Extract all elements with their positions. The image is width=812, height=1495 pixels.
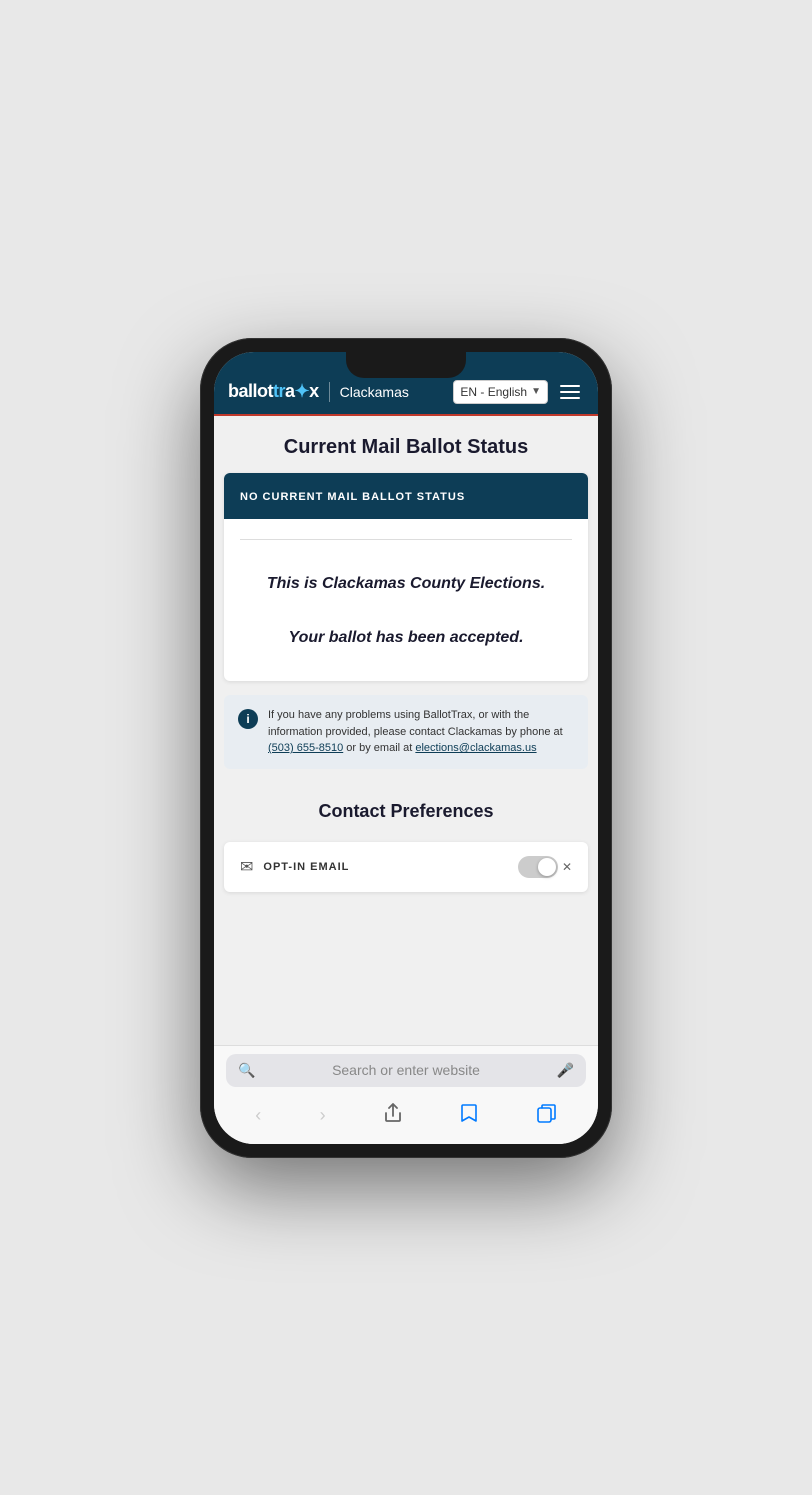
opt-in-toggle[interactable]: ✕ (518, 856, 572, 878)
toggle-thumb (538, 858, 556, 876)
info-text-between: or by email at (343, 742, 415, 754)
info-icon: i (238, 709, 258, 729)
opt-in-email-label: OPT-IN EMAIL (263, 861, 349, 873)
language-label: EN - English (460, 385, 527, 399)
info-email-link[interactable]: elections@clackamas.us (415, 742, 536, 754)
phone-device: ballottra✦x Clackamas EN - English ▼ (200, 338, 612, 1158)
info-box: i If you have any problems using BallotT… (224, 695, 588, 769)
hamburger-line-3 (560, 397, 580, 399)
toggle-track[interactable] (518, 856, 558, 878)
hamburger-line-2 (560, 391, 580, 393)
bottom-spacer (214, 892, 598, 908)
status-card: NO CURRENT MAIL BALLOT STATUS This is Cl… (224, 473, 588, 682)
chevron-down-icon: ▼ (531, 386, 541, 397)
brand-logo: ballottra✦x (228, 381, 319, 402)
status-banner-text: NO CURRENT MAIL BALLOT STATUS (240, 491, 465, 503)
header-right: EN - English ▼ (453, 380, 584, 404)
status-message-line2: Your ballot has been accepted. (288, 629, 523, 646)
back-button[interactable]: ‹ (247, 1101, 269, 1130)
main-content: Current Mail Ballot Status NO CURRENT MA… (214, 416, 598, 1045)
microphone-icon: 🎤 (557, 1062, 574, 1079)
search-placeholder: Search or enter website (263, 1062, 548, 1078)
info-text: If you have any problems using BallotTra… (268, 707, 574, 757)
forward-button[interactable]: › (312, 1101, 334, 1130)
status-message: This is Clackamas County Elections. Your… (240, 570, 572, 652)
search-icon: 🔍 (238, 1062, 255, 1079)
county-name: Clackamas (340, 384, 409, 400)
language-selector[interactable]: EN - English ▼ (453, 380, 548, 404)
status-body: This is Clackamas County Elections. Your… (224, 519, 588, 682)
brand-name: ballottra✦x (228, 381, 319, 401)
contact-section: Contact Preferences (214, 783, 598, 832)
status-divider (240, 539, 572, 540)
safari-bottom-bar: 🔍 Search or enter website 🎤 ‹ › (214, 1045, 598, 1144)
share-button[interactable] (376, 1099, 410, 1132)
header-left: ballottra✦x Clackamas (228, 381, 409, 402)
opt-in-email-card: ✉ OPT-IN EMAIL ✕ (224, 842, 588, 892)
safari-navigation: ‹ › (226, 1095, 586, 1136)
page-title: Current Mail Ballot Status (230, 436, 582, 459)
contact-preferences-title: Contact Preferences (230, 801, 582, 822)
mail-icon: ✉ (240, 857, 253, 877)
menu-button[interactable] (556, 381, 584, 403)
tabs-button[interactable] (529, 1099, 565, 1132)
header-divider (329, 382, 330, 402)
info-phone-link[interactable]: (503) 655-8510 (268, 742, 343, 754)
info-text-before-phone: If you have any problems using BallotTra… (268, 709, 563, 738)
hamburger-line-1 (560, 385, 580, 387)
page-title-section: Current Mail Ballot Status (214, 416, 598, 473)
toggle-close-icon: ✕ (562, 860, 572, 874)
safari-search-bar[interactable]: 🔍 Search or enter website 🎤 (226, 1054, 586, 1087)
status-banner: NO CURRENT MAIL BALLOT STATUS (224, 473, 588, 519)
phone-screen: ballottra✦x Clackamas EN - English ▼ (214, 352, 598, 1144)
bookmarks-button[interactable] (452, 1099, 486, 1132)
opt-in-left: ✉ OPT-IN EMAIL (240, 857, 349, 877)
status-message-line1: This is Clackamas County Elections. (267, 575, 545, 592)
phone-notch (346, 352, 466, 378)
